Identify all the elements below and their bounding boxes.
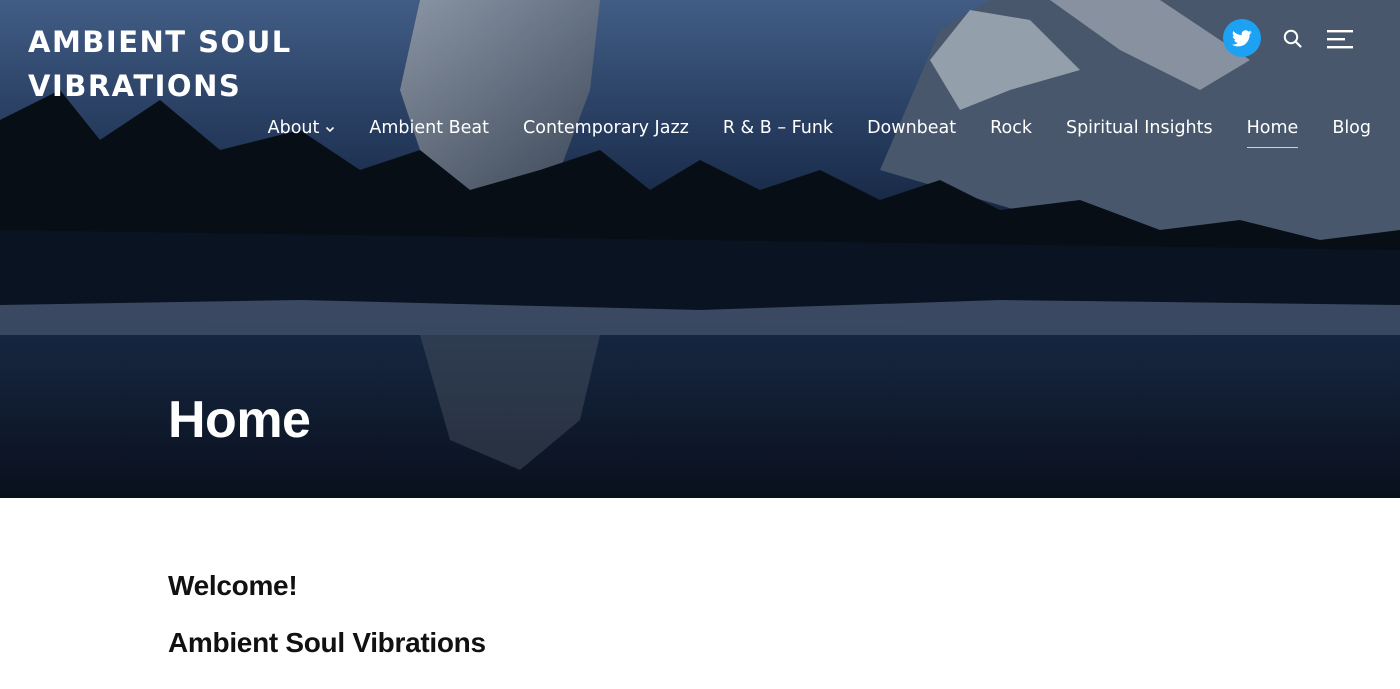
menu-icon <box>1327 30 1353 49</box>
nav-item-label: Ambient Beat <box>369 118 490 138</box>
nav-item-label: Rock <box>990 118 1032 138</box>
twitter-button[interactable] <box>1223 19 1261 57</box>
nav-item-label: R & B – Funk <box>722 118 834 138</box>
nav-item-label: Contemporary Jazz <box>523 118 689 138</box>
nav-item-label: Blog <box>1332 118 1371 138</box>
nav-item-about[interactable]: About <box>268 116 336 148</box>
nav-item-rb-funk[interactable]: R & B – Funk <box>723 116 833 148</box>
nav-item-blog[interactable]: Blog <box>1332 116 1371 148</box>
twitter-icon <box>1232 29 1252 46</box>
nav-item-label: About <box>267 118 320 138</box>
nav-item-ambient-beat[interactable]: Ambient Beat <box>369 116 489 148</box>
page-title: Home <box>168 391 311 449</box>
main-navigation: About Ambient Beat Contemporary Jazz R &… <box>234 116 1371 148</box>
site-title[interactable]: AMBIENT SOUL VIBRATIONS <box>28 20 348 108</box>
nav-item-label: Spiritual Insights <box>1065 118 1213 138</box>
section-heading: Ambient Soul Vibrations <box>168 627 486 658</box>
nav-item-spiritual-insights[interactable]: Spiritual Insights <box>1066 116 1213 148</box>
nav-item-rock[interactable]: Rock <box>990 116 1032 148</box>
menu-toggle-button[interactable] <box>1327 28 1355 50</box>
nav-item-downbeat[interactable]: Downbeat <box>867 116 956 148</box>
hero-banner: AMBIENT SOUL VIBRATIONS About Ambient Be… <box>0 0 1400 498</box>
nav-item-label: Home <box>1246 118 1299 138</box>
nav-item-home[interactable]: Home <box>1246 116 1299 148</box>
nav-item-label: Downbeat <box>867 118 957 138</box>
search-button[interactable] <box>1282 28 1304 50</box>
search-icon <box>1283 29 1302 48</box>
nav-item-contemporary-jazz[interactable]: Contemporary Jazz <box>523 116 689 148</box>
chevron-down-icon <box>325 118 335 138</box>
welcome-heading: Welcome! <box>168 570 298 601</box>
